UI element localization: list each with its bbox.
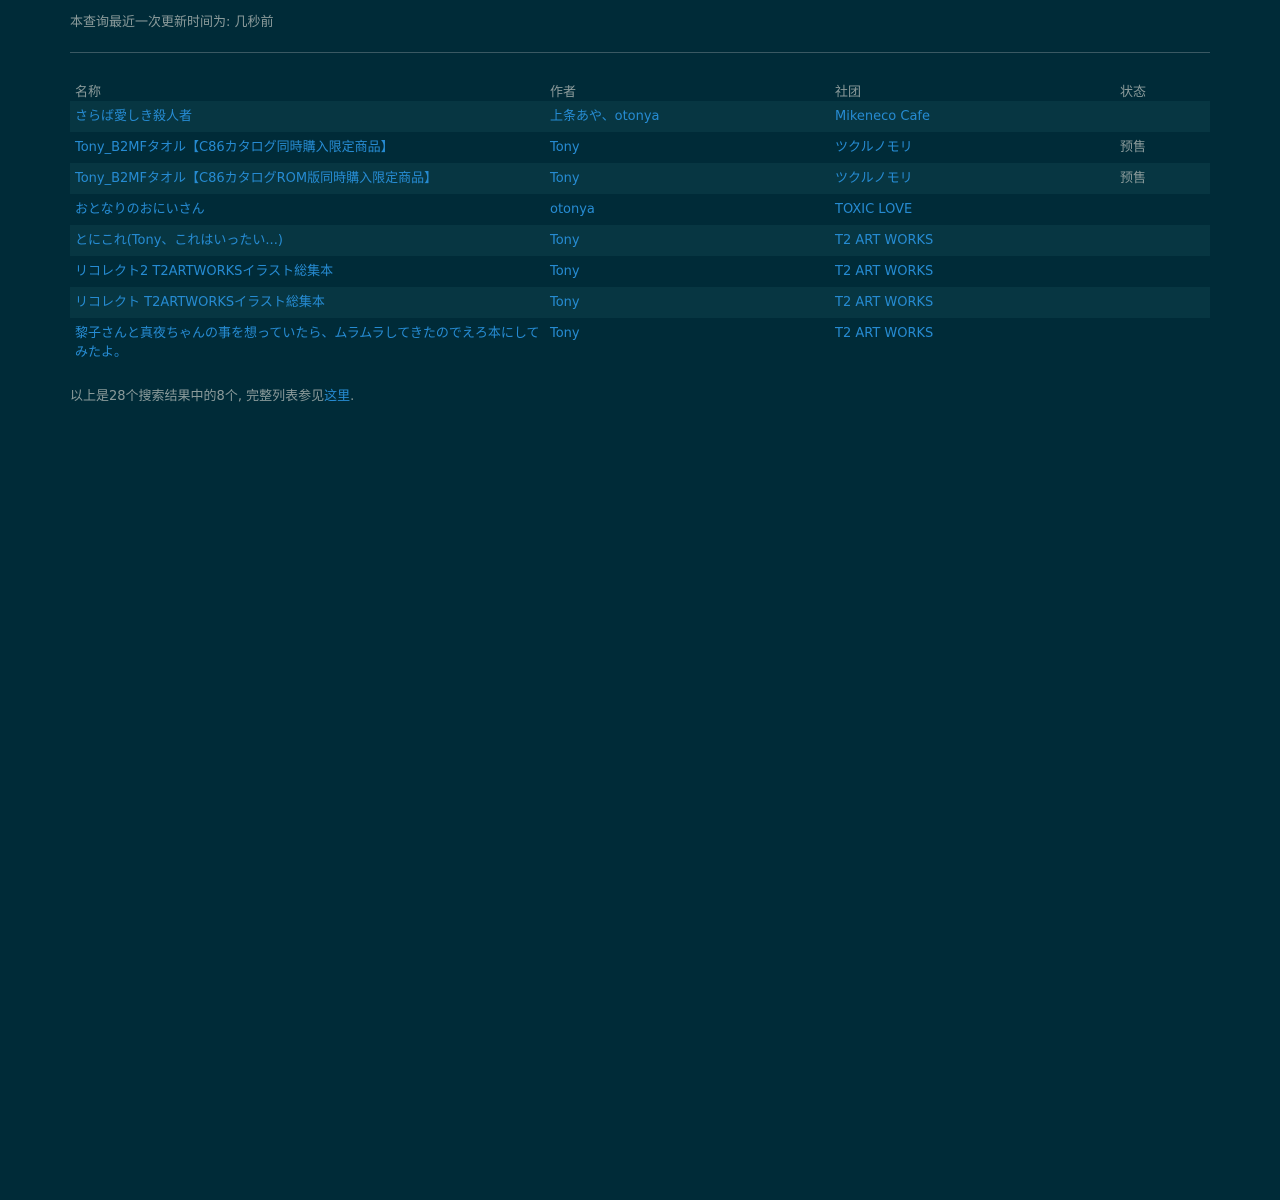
divider bbox=[70, 52, 1210, 53]
item-circle-link[interactable]: Mikeneco Cafe bbox=[835, 109, 930, 124]
results-panel: 本查询最近一次更新时间为: 几秒前 名称 作者 社团 状态 さらば愛しき殺人者 … bbox=[70, 0, 1210, 406]
item-circle-link[interactable]: T2 ART WORKS bbox=[835, 295, 933, 310]
item-author-link[interactable]: 上条あや、otonya bbox=[550, 109, 660, 124]
results-summary: 以上是28个搜索结果中的8个, 完整列表参见这里. bbox=[70, 388, 1210, 406]
item-status bbox=[1115, 287, 1210, 318]
item-name-link[interactable]: Tony_B2MFタオル【C86カタログROM版同時購入限定商品】 bbox=[75, 171, 437, 186]
summary-text: 以上是28个搜索结果中的8个, 完整列表参见 bbox=[70, 389, 325, 404]
column-header-author: 作者 bbox=[550, 84, 577, 100]
item-circle-link[interactable]: ツクルノモリ bbox=[835, 140, 913, 155]
last-updated-value: 几秒前 bbox=[234, 15, 274, 30]
item-author-link[interactable]: Tony bbox=[550, 140, 580, 155]
table-row: 黎子さんと真夜ちゃんの事を想っていたら、ムラムラしてきたのでえろ本にしてみたよ。… bbox=[70, 318, 1210, 368]
item-circle-link[interactable]: TOXIC LOVE bbox=[835, 202, 912, 217]
column-header-circle: 社团 bbox=[835, 84, 862, 100]
item-circle-link[interactable]: T2 ART WORKS bbox=[835, 233, 933, 248]
item-name-link[interactable]: とにこれ(Tony、これはいったい...) bbox=[75, 233, 283, 248]
item-circle-link[interactable]: T2 ART WORKS bbox=[835, 326, 933, 341]
item-circle-link[interactable]: T2 ART WORKS bbox=[835, 264, 933, 279]
last-updated-text: 本查询最近一次更新时间为: 几秒前 bbox=[70, 14, 1210, 32]
last-updated-label: 本查询最近一次更新时间为: bbox=[70, 15, 235, 30]
table-row: リコレクト T2ARTWORKSイラスト総集本 Tony T2 ART WORK… bbox=[70, 287, 1210, 318]
item-status bbox=[1115, 101, 1210, 132]
table-header-row: 名称 作者 社团 状态 bbox=[70, 79, 1210, 101]
item-circle-link[interactable]: ツクルノモリ bbox=[835, 171, 913, 186]
item-status bbox=[1115, 194, 1210, 225]
item-name-link[interactable]: リコレクト2 T2ARTWORKSイラスト総集本 bbox=[75, 264, 333, 279]
table-row: リコレクト2 T2ARTWORKSイラスト総集本 Tony T2 ART WOR… bbox=[70, 256, 1210, 287]
table-row: とにこれ(Tony、これはいったい...) Tony T2 ART WORKS bbox=[70, 225, 1210, 256]
item-author-link[interactable]: Tony bbox=[550, 326, 580, 341]
table-row: Tony_B2MFタオル【C86カタログ同時購入限定商品】 Tony ツクルノモ… bbox=[70, 132, 1210, 163]
item-status: 预售 bbox=[1115, 163, 1210, 194]
summary-suffix: . bbox=[350, 389, 355, 404]
item-author-link[interactable]: Tony bbox=[550, 264, 580, 279]
results-table: 名称 作者 社团 状态 さらば愛しき殺人者 上条あや、otonya Mikene… bbox=[70, 79, 1210, 368]
item-author-link[interactable]: otonya bbox=[550, 202, 595, 217]
item-status bbox=[1115, 225, 1210, 256]
item-name-link[interactable]: おとなりのおにいさん bbox=[75, 202, 205, 217]
full-list-link[interactable]: 这里 bbox=[324, 389, 350, 404]
table-row: おとなりのおにいさん otonya TOXIC LOVE bbox=[70, 194, 1210, 225]
item-author-link[interactable]: Tony bbox=[550, 233, 580, 248]
item-status bbox=[1115, 318, 1210, 368]
column-header-status: 状态 bbox=[1120, 84, 1147, 100]
table-row: さらば愛しき殺人者 上条あや、otonya Mikeneco Cafe bbox=[70, 101, 1210, 132]
item-author-link[interactable]: Tony bbox=[550, 295, 580, 310]
item-status bbox=[1115, 256, 1210, 287]
item-name-link[interactable]: リコレクト T2ARTWORKSイラスト総集本 bbox=[75, 295, 325, 310]
item-name-link[interactable]: さらば愛しき殺人者 bbox=[75, 109, 192, 124]
column-header-name: 名称 bbox=[75, 84, 102, 100]
item-status: 预售 bbox=[1120, 140, 1147, 155]
item-name-link[interactable]: Tony_B2MFタオル【C86カタログ同時購入限定商品】 bbox=[75, 140, 394, 155]
table-row: Tony_B2MFタオル【C86カタログROM版同時購入限定商品】 Tony ツ… bbox=[70, 163, 1210, 194]
item-author-link[interactable]: Tony bbox=[550, 171, 580, 186]
item-name-link[interactable]: 黎子さんと真夜ちゃんの事を想っていたら、ムラムラしてきたのでえろ本にしてみたよ。 bbox=[75, 326, 540, 360]
